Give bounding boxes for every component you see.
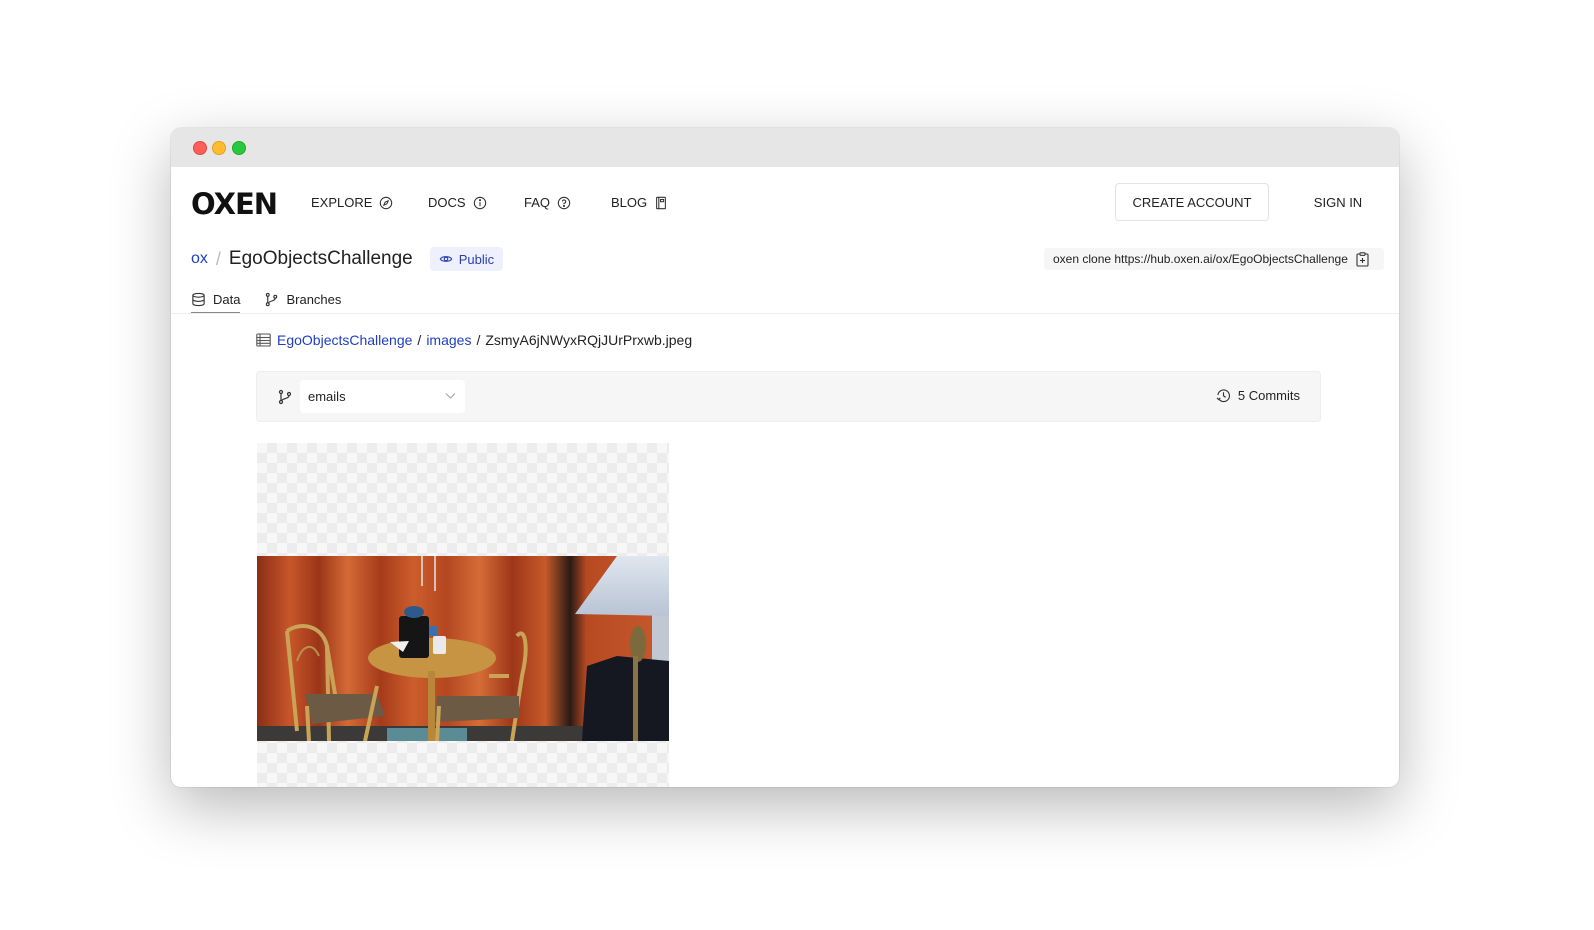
close-window-button[interactable] — [193, 141, 207, 155]
nav-blog[interactable]: BLOG — [611, 195, 668, 210]
repo-tabs: Data Branches — [191, 286, 341, 314]
repo-header: ox / EgoObjectsChallenge Public — [191, 246, 504, 272]
tab-branches[interactable]: Branches — [264, 286, 341, 312]
breadcrumb-separator: / — [476, 332, 481, 348]
breadcrumb-separator: / — [417, 332, 422, 348]
branch-icon — [266, 292, 278, 306]
breadcrumb-file-name: ZsmyA6jNWyxRQjJUrPrxwb.jpeg — [485, 332, 693, 348]
repo-owner-link[interactable]: ox — [191, 250, 208, 268]
image-viewer — [257, 443, 669, 787]
oxen-logo[interactable]: OXEN — [191, 187, 278, 221]
nav-faq-label: FAQ — [524, 195, 551, 210]
breadcrumb-folder-link[interactable]: images — [426, 332, 471, 348]
file-image — [257, 556, 669, 741]
tab-branches-label: Branches — [286, 291, 342, 307]
compass-icon — [380, 196, 393, 209]
repo-separator: / — [215, 248, 221, 269]
minimize-window-button[interactable] — [212, 141, 226, 155]
commits-count-label: 5 Commits — [1237, 388, 1300, 403]
file-toolbar: emails 5 Commits — [256, 371, 1321, 422]
chevron-down-icon — [445, 393, 456, 399]
repo-name: EgoObjectsChallenge — [228, 248, 413, 269]
database-icon — [192, 292, 205, 306]
history-icon — [1216, 389, 1230, 403]
eye-icon — [439, 256, 453, 262]
commits-link[interactable]: 5 Commits — [1216, 388, 1300, 403]
clone-command-text: oxen clone https://hub.oxen.ai/ox/EgoObj… — [1053, 252, 1348, 266]
breadcrumb-root-link[interactable]: EgoObjectsChallenge — [277, 332, 412, 348]
visibility-badge: Public — [429, 247, 504, 271]
question-icon — [557, 196, 571, 209]
table-list-icon — [256, 333, 271, 347]
nav-docs[interactable]: DOCS — [428, 195, 487, 210]
tabs-divider — [171, 313, 1399, 314]
create-account-button[interactable]: CREATE ACCOUNT — [1115, 183, 1269, 221]
nav-faq[interactable]: FAQ — [524, 195, 571, 210]
maximize-window-button[interactable] — [232, 141, 246, 155]
branch-select[interactable]: emails — [300, 380, 465, 413]
visibility-label: Public — [458, 251, 495, 267]
branch-icon — [278, 389, 292, 405]
tab-data-label: Data — [213, 291, 241, 307]
nav-explore[interactable]: EXPLORE — [311, 195, 393, 210]
book-icon — [656, 196, 667, 209]
info-icon — [473, 196, 486, 209]
nav-blog-label: BLOG — [611, 195, 648, 210]
navbar: OXEN EXPLORE DOCS FAQ BLOG CREATE ACCOUN… — [171, 167, 1399, 239]
nav-docs-label: DOCS — [428, 195, 466, 210]
branch-select-value: emails — [308, 389, 346, 404]
tab-data[interactable]: Data — [191, 286, 241, 314]
file-breadcrumb: EgoObjectsChallenge / images / ZsmyA6jNW… — [256, 332, 692, 348]
nav-explore-label: EXPLORE — [311, 195, 373, 210]
clone-command-box: oxen clone https://hub.oxen.ai/ox/EgoObj… — [1044, 248, 1384, 270]
browser-window: OXEN EXPLORE DOCS FAQ BLOG CREATE ACCOUN… — [171, 128, 1399, 787]
copy-clipboard-icon[interactable] — [1356, 251, 1369, 267]
sign-in-button[interactable]: SIGN IN — [1301, 183, 1375, 221]
title-bar — [171, 128, 1399, 167]
photo-graphic — [257, 556, 669, 741]
